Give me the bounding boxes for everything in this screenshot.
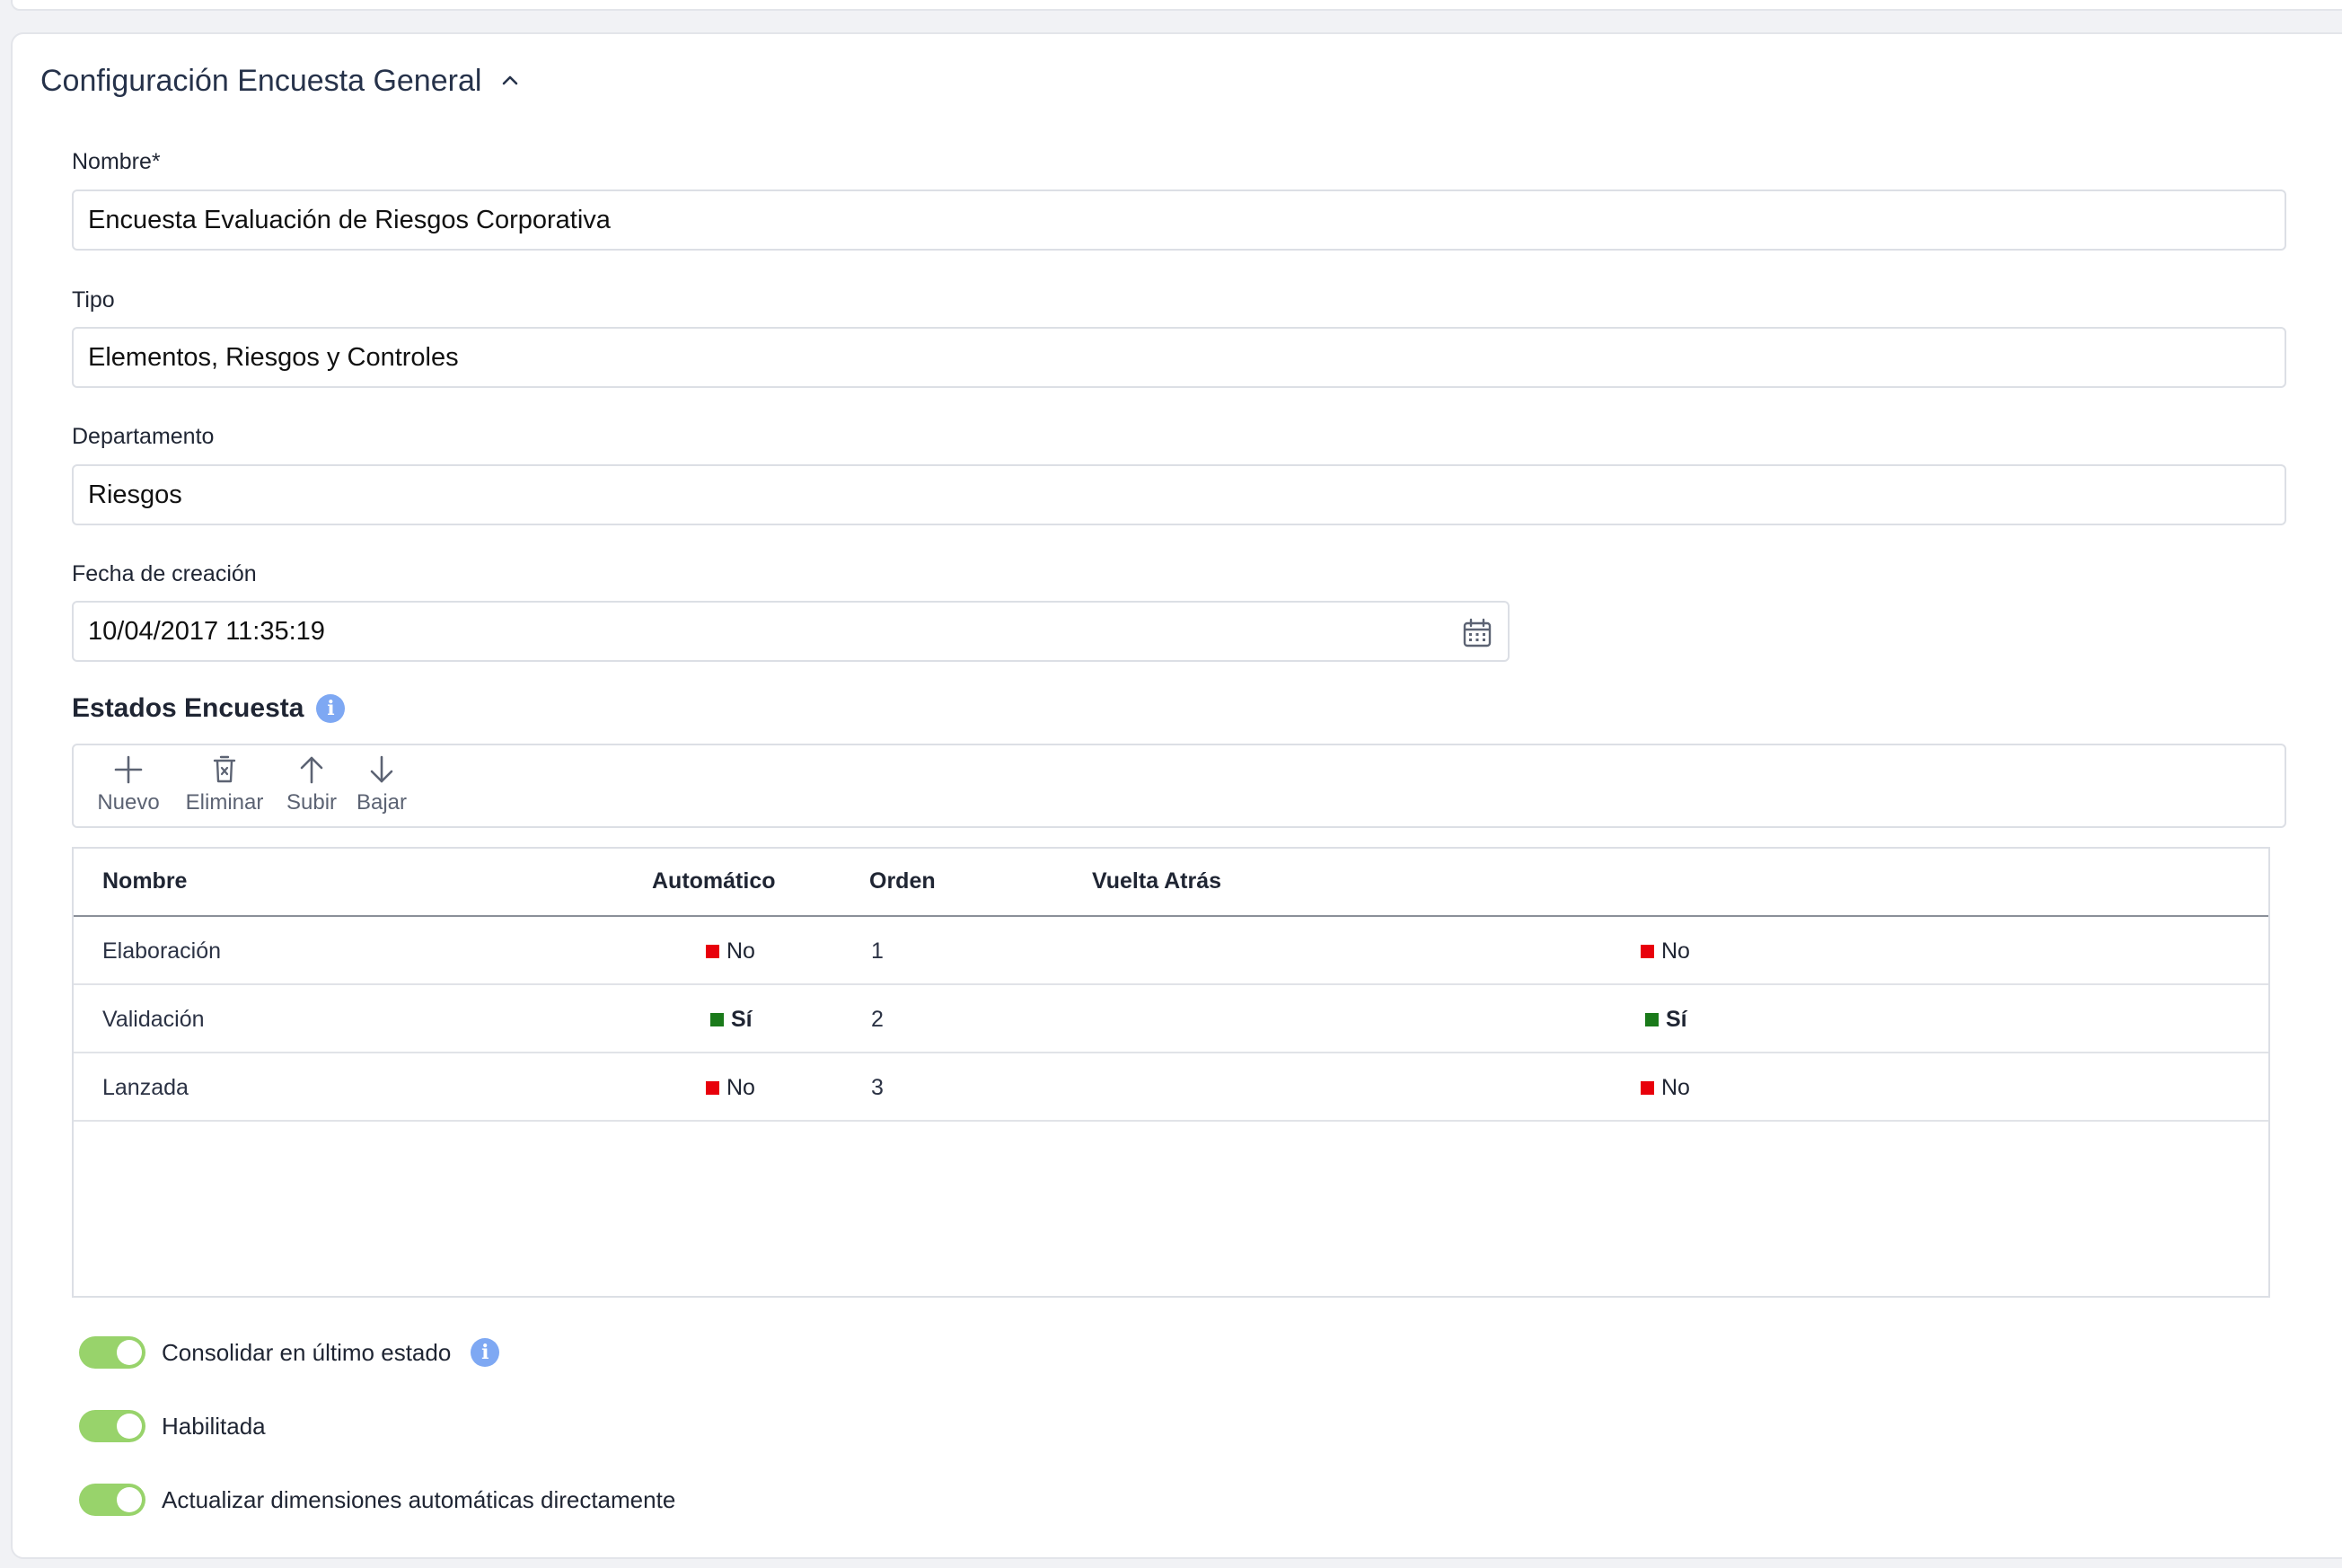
eliminar-button[interactable]: Eliminar (178, 753, 271, 815)
fecha-value: 10/04/2017 11:35:19 (88, 616, 325, 646)
row-orden: 3 (871, 1075, 884, 1100)
red-square-icon (706, 945, 719, 958)
estados-grid: Nombre Automático Orden Vuelta Atrás Ela… (72, 847, 2270, 1298)
table-row[interactable]: Elaboración No 1 No (74, 917, 2268, 985)
plus-icon (114, 755, 143, 784)
arrow-down-icon (370, 755, 393, 783)
col-vuelta-atras[interactable]: Vuelta Atrás (1092, 868, 1221, 894)
previous-card (11, 0, 2342, 11)
section-title: Configuración Encuesta General (40, 63, 482, 98)
row-orden: 2 (871, 1007, 884, 1032)
habilitada-label: Habilitada (162, 1412, 266, 1440)
subir-button[interactable]: Subir (280, 753, 343, 815)
bajar-label: Bajar (356, 790, 408, 815)
nombre-value: Encuesta Evaluación de Riesgos Corporati… (88, 205, 611, 234)
actualizar-toggle[interactable] (79, 1484, 145, 1516)
fecha-label: Fecha de creación (72, 561, 257, 586)
actualizar-label: Actualizar dimensiones automáticas direc… (162, 1485, 676, 1513)
automatico-value: No (726, 938, 755, 964)
tipo-value: Elementos, Riesgos y Controles (88, 342, 459, 372)
table-row[interactable]: Lanzada No 3 No (74, 1053, 2268, 1122)
vuelta-atras-flag: No (1641, 1075, 1690, 1101)
trash-icon (213, 755, 236, 783)
section-header[interactable]: Configuración Encuesta General (40, 54, 521, 108)
eliminar-label: Eliminar (185, 790, 264, 815)
vuelta-atras-flag: Sí (1645, 1007, 1687, 1033)
calendar-icon[interactable] (1461, 617, 1493, 649)
tipo-label: Tipo (72, 287, 115, 313)
info-icon[interactable]: i (471, 1338, 500, 1367)
green-square-icon (1645, 1013, 1659, 1026)
nuevo-label: Nuevo (97, 790, 160, 815)
row-nombre: Elaboración (102, 938, 222, 964)
subir-label: Subir (286, 790, 338, 815)
departamento-label: Departamento (72, 424, 215, 449)
col-automatico[interactable]: Automático (652, 868, 776, 894)
consolidar-label: Consolidar en último estado (162, 1338, 452, 1366)
red-square-icon (706, 1081, 719, 1095)
bajar-button[interactable]: Bajar (350, 753, 413, 815)
vuelta-atras-value: No (1661, 938, 1690, 964)
departamento-field[interactable]: Riesgos (72, 464, 2286, 525)
nombre-field[interactable]: Encuesta Evaluación de Riesgos Corporati… (72, 189, 2286, 251)
grid-header: Nombre Automático Orden Vuelta Atrás (74, 849, 2268, 917)
estados-title: Estados Encuesta i (72, 693, 346, 724)
red-square-icon (1641, 1081, 1654, 1095)
estados-toolbar: Nuevo Eliminar Subir Bajar (72, 744, 2286, 828)
consolidar-toggle-row: Consolidar en último estado i (79, 1336, 500, 1369)
automatico-value: No (726, 1075, 755, 1100)
nuevo-button[interactable]: Nuevo (93, 753, 163, 815)
tipo-field[interactable]: Elementos, Riesgos y Controles (72, 327, 2286, 388)
departamento-value: Riesgos (88, 480, 182, 509)
arrow-up-icon (300, 756, 323, 784)
actualizar-toggle-row: Actualizar dimensiones automáticas direc… (79, 1484, 675, 1516)
consolidar-toggle[interactable] (79, 1336, 145, 1369)
col-orden[interactable]: Orden (869, 868, 936, 894)
row-orden: 1 (871, 938, 884, 964)
automatico-flag: No (706, 938, 755, 965)
table-row[interactable]: Validación Sí 2 Sí (74, 985, 2268, 1053)
green-square-icon (710, 1013, 724, 1026)
chevron-up-icon[interactable] (499, 70, 521, 92)
fecha-field[interactable]: 10/04/2017 11:35:19 (72, 601, 1510, 662)
toggle-knob (117, 1414, 142, 1439)
row-nombre: Validación (102, 1007, 205, 1032)
red-square-icon (1641, 945, 1654, 958)
toggle-knob (117, 1340, 142, 1365)
vuelta-atras-value: Sí (1666, 1007, 1687, 1032)
automatico-flag: No (706, 1075, 755, 1101)
habilitada-toggle-row: Habilitada (79, 1410, 266, 1442)
estados-title-text: Estados Encuesta (72, 693, 304, 723)
col-nombre[interactable]: Nombre (102, 868, 187, 894)
info-icon[interactable]: i (316, 694, 346, 723)
vuelta-atras-flag: No (1641, 938, 1690, 965)
vuelta-atras-value: No (1661, 1075, 1690, 1100)
row-nombre: Lanzada (102, 1075, 189, 1100)
habilitada-toggle[interactable] (79, 1410, 145, 1442)
toggle-knob (117, 1487, 142, 1512)
automatico-value: Sí (731, 1007, 753, 1032)
automatico-flag: Sí (710, 1007, 753, 1033)
nombre-label: Nombre* (72, 149, 161, 174)
